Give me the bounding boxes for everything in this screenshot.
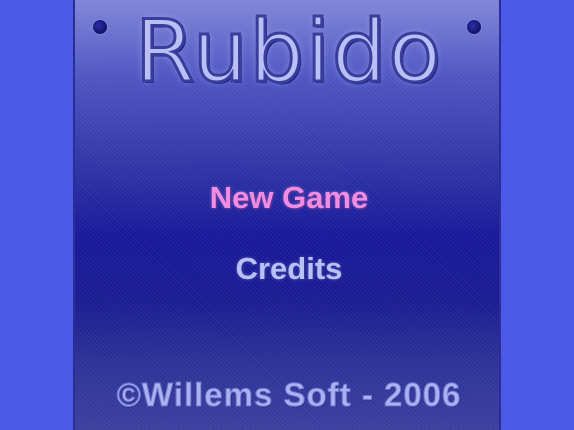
game-title-logo: Rubido	[133, 1, 444, 104]
title-panel: Rubido New Game Credits ©Willems Soft - …	[73, 0, 501, 430]
copyright-text: ©Willems Soft - 2006	[116, 376, 462, 414]
menu-item-new-game[interactable]: New Game	[75, 180, 503, 216]
menu-item-credits[interactable]: Credits	[75, 251, 503, 287]
game-screen: Rubido New Game Credits ©Willems Soft - …	[0, 0, 574, 430]
